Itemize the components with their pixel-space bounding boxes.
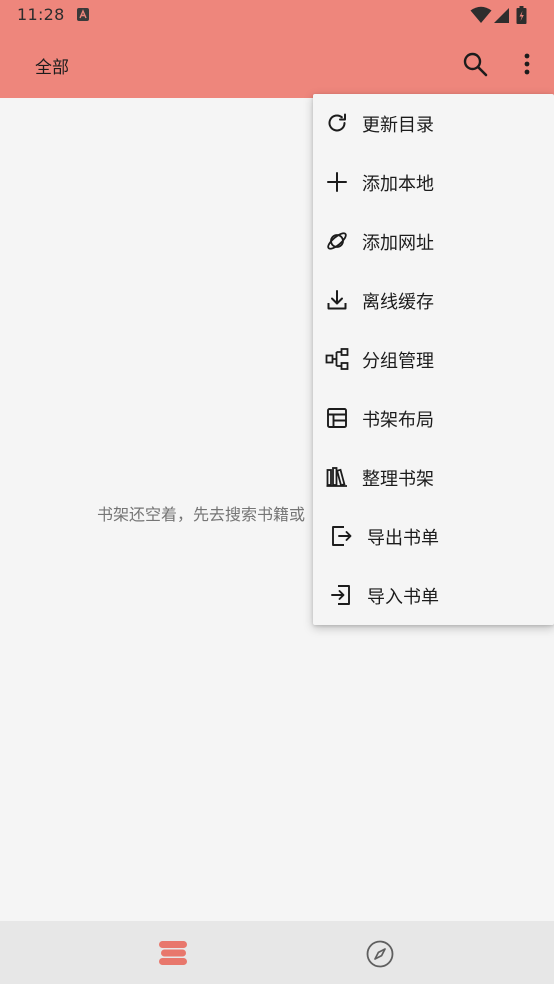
search-icon[interactable] xyxy=(462,51,488,77)
more-vert-icon[interactable] xyxy=(517,50,537,78)
menu-item-label: 更新目录 xyxy=(362,115,434,136)
menu-item-label: 导出书单 xyxy=(367,528,439,549)
menu-item-label: 离线缓存 xyxy=(362,292,434,313)
layout-icon xyxy=(327,408,347,428)
signal-icon xyxy=(494,8,509,23)
status-bar: 11:28 xyxy=(0,0,554,30)
menu-item-export-list[interactable]: 导出书单 xyxy=(313,507,554,566)
menu-item-organize-shelf[interactable]: 整理书架 xyxy=(313,448,554,507)
menu-item-label: 分组管理 xyxy=(362,351,434,372)
battery-icon xyxy=(516,6,527,24)
menu-item-update-catalog[interactable]: 更新目录 xyxy=(313,94,554,153)
menu-item-label: 添加网址 xyxy=(362,233,434,254)
plus-icon xyxy=(327,172,347,192)
menu-item-offline-cache[interactable]: 离线缓存 xyxy=(313,271,554,330)
refresh-icon xyxy=(328,113,346,132)
compass-icon[interactable] xyxy=(366,940,394,968)
planet-icon xyxy=(327,232,347,250)
download-icon xyxy=(327,290,347,310)
books-icon xyxy=(326,467,347,487)
empty-shelf-message: 书架还空着，先去搜索书籍或 xyxy=(97,505,306,524)
app-bar: 全部 xyxy=(0,30,554,98)
menu-item-shelf-layout[interactable]: 书架布局 xyxy=(313,389,554,448)
menu-item-add-local[interactable]: 添加本地 xyxy=(313,153,554,212)
overflow-menu: 更新目录 添加本地 添加网址 离线缓存 分组管理 书架布局 整理书架 导出书单 … xyxy=(313,94,554,625)
menu-item-label: 书架布局 xyxy=(362,410,434,431)
group-icon xyxy=(325,348,349,370)
page-title[interactable]: 全部 xyxy=(35,53,69,78)
bottom-navigation xyxy=(0,921,554,984)
menu-item-label: 整理书架 xyxy=(362,469,434,490)
menu-item-add-url[interactable]: 添加网址 xyxy=(313,212,554,271)
bookshelf-icon[interactable] xyxy=(158,940,188,966)
notification-icon xyxy=(77,8,89,21)
status-time: 11:28 xyxy=(17,5,65,24)
menu-item-group-manage[interactable]: 分组管理 xyxy=(313,330,554,389)
menu-item-import-list[interactable]: 导入书单 xyxy=(313,566,554,625)
menu-item-label: 添加本地 xyxy=(362,174,434,195)
top-header: 11:28 全部 xyxy=(0,0,554,98)
export-icon xyxy=(332,526,352,546)
import-icon xyxy=(331,585,350,605)
menu-item-label: 导入书单 xyxy=(367,587,439,608)
wifi-icon xyxy=(470,6,492,23)
